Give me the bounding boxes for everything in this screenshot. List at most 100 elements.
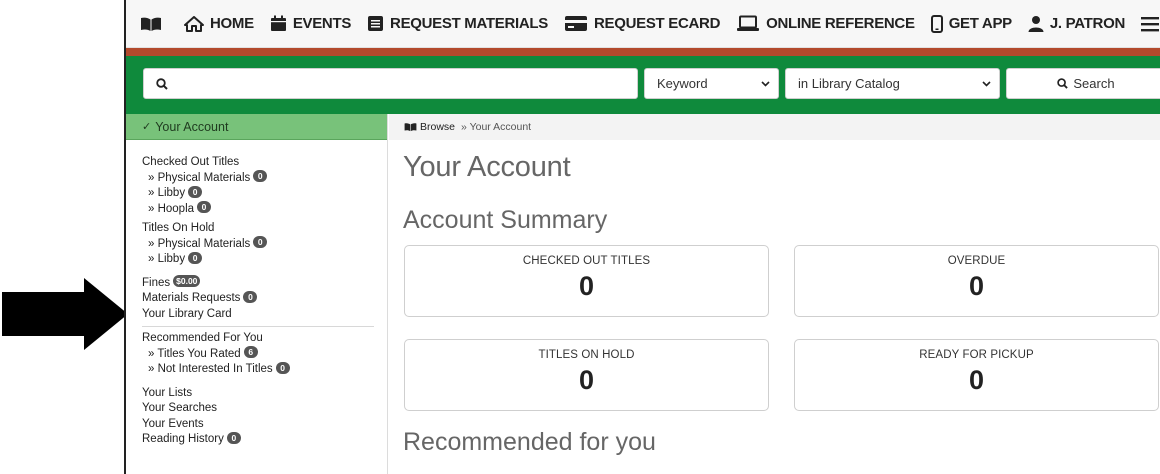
- hamburger-menu-icon: [1140, 16, 1159, 31]
- summary-card-value: 0: [968, 365, 985, 395]
- sidebar-item-your-lists[interactable]: Your Lists: [142, 386, 387, 402]
- nav-user-name: J. PATRON: [1049, 15, 1125, 32]
- sidebar-item-titles-on-hold[interactable]: Titles On Hold: [142, 221, 387, 237]
- sidebar-group-account-misc: Fines $0.00 Materials Requests 0 Your Libr…: [142, 275, 387, 323]
- nav-home-label: HOME: [210, 15, 254, 32]
- sidebar-item-checked-out-hoopla[interactable]: » Hoopla 0: [142, 201, 387, 218]
- nav-get-app[interactable]: GET APP: [923, 0, 1020, 48]
- sidebar-item-label: » Titles You Rated: [148, 347, 241, 360]
- account-sidebar: ✓ Your Account Checked Out Titles » Phys…: [126, 114, 388, 474]
- nav-request-materials[interactable]: REQUEST MATERIALS: [359, 0, 556, 48]
- nav-menu-toggle[interactable]: [1133, 0, 1160, 48]
- sidebar-group-recommended: Recommended For You » Titles You Rated 6 …: [142, 331, 387, 378]
- summary-card-titles-on-hold[interactable]: TITLES ON HOLD 0: [404, 339, 769, 411]
- sidebar-group-checked-out: Checked Out Titles » Physical Materials 0…: [142, 155, 387, 217]
- account-summary-heading: Account Summary: [403, 206, 608, 234]
- summary-card-label: CHECKED OUT TITLES: [522, 255, 651, 267]
- sidebar-item-your-searches[interactable]: Your Searches: [142, 401, 387, 417]
- form-icon: [368, 16, 384, 31]
- sidebar-item-your-events[interactable]: Your Events: [142, 417, 387, 433]
- user-icon: [1028, 16, 1044, 32]
- search-type-select[interactable]: Keyword: [644, 68, 779, 99]
- sidebar-item-label: Fines: [142, 276, 171, 289]
- nav-request-materials-label: REQUEST MATERIALS: [390, 15, 548, 32]
- book-open-icon: [404, 123, 417, 132]
- breadcrumb-browse-link[interactable]: Browse: [420, 121, 455, 133]
- search-button-label: Search: [1073, 76, 1115, 91]
- search-icon: [156, 77, 168, 90]
- sidebar-item-checked-out-physical[interactable]: » Physical Materials 0: [142, 170, 387, 187]
- search-type-value: Keyword: [657, 76, 708, 91]
- fines-badge: $0.00: [173, 275, 201, 288]
- sidebar-item-recommended[interactable]: Recommended For You: [142, 331, 387, 347]
- screenshot-stage: HOME EVENTS REQUEST MATERIALS REQUEST EC…: [0, 0, 1160, 474]
- search-scope-select[interactable]: in Library Catalog: [785, 68, 1000, 99]
- sidebar-item-not-interested[interactable]: » Not Interested In Titles 0: [142, 361, 387, 378]
- sidebar-item-hold-physical[interactable]: » Physical Materials 0: [142, 236, 387, 253]
- mobile-phone-icon: [930, 14, 943, 33]
- sidebar-header-your-account[interactable]: ✓ Your Account: [126, 114, 387, 140]
- sidebar-item-label: » Libby: [148, 253, 186, 265]
- search-button[interactable]: Search: [1006, 68, 1160, 99]
- summary-card-value: 0: [968, 271, 985, 301]
- page-title: Your Account: [403, 151, 571, 183]
- sidebar-item-label: » Physical Materials: [148, 171, 251, 184]
- sidebar-item-titles-rated[interactable]: » Titles You Rated 6: [142, 346, 387, 363]
- calendar-icon: [270, 15, 286, 31]
- summary-card-checked-out[interactable]: CHECKED OUT TITLES 0: [404, 245, 769, 317]
- sidebar-item-label: » Physical Materials: [148, 237, 251, 250]
- recommended-heading: Recommended for you: [403, 428, 656, 456]
- sidebar-item-label: » Libby: [148, 187, 186, 199]
- sidebar-item-checked-out-libby[interactable]: » Libby 0: [142, 185, 387, 202]
- search-input[interactable]: [143, 68, 638, 99]
- count-badge: 0: [253, 170, 268, 183]
- breadcrumb: Browse » Your Account: [389, 114, 1160, 140]
- home-icon: [184, 15, 204, 32]
- summary-card-ready-for-pickup[interactable]: READY FOR PICKUP 0: [794, 339, 1159, 411]
- summary-card-label: READY FOR PICKUP: [919, 349, 1034, 361]
- count-badge: 6: [243, 346, 258, 359]
- chevron-down-icon: ✓: [142, 121, 152, 133]
- sidebar-item-label: » Not Interested In Titles: [148, 363, 273, 375]
- credit-card-icon: [565, 16, 587, 31]
- sidebar-item-materials-requests[interactable]: Materials Requests 0: [142, 290, 387, 307]
- top-navigation: HOME EVENTS REQUEST MATERIALS REQUEST EC…: [126, 0, 1160, 48]
- pointer-arrow-annotation: [2, 278, 128, 350]
- sidebar-item-hold-libby[interactable]: » Libby 0: [142, 251, 387, 268]
- sidebar-item-reading-history[interactable]: Reading History 0: [142, 431, 387, 448]
- count-badge: 0: [197, 201, 212, 214]
- chevron-down-icon: [761, 80, 770, 87]
- book-open-icon: [141, 17, 161, 31]
- nav-request-ecard[interactable]: REQUEST ECARD: [556, 0, 728, 48]
- nav-user-account[interactable]: J. PATRON: [1020, 0, 1133, 48]
- summary-card-overdue[interactable]: OVERDUE 0: [794, 245, 1159, 317]
- chevron-down-icon: [982, 80, 991, 87]
- sidebar-item-label: » Hoopla: [148, 202, 195, 215]
- search-scope-value: in Library Catalog: [798, 76, 900, 91]
- nav-get-app-label: GET APP: [948, 15, 1013, 32]
- sidebar-group-on-hold: Titles On Hold » Physical Materials 0 » L…: [142, 221, 387, 268]
- sidebar-group-lists: Your Lists Your Searches Your Events Rea…: [142, 386, 387, 448]
- count-badge: 0: [275, 361, 290, 374]
- nav-events[interactable]: EVENTS: [262, 0, 359, 48]
- nav-online-reference-label: ONLINE REFERENCE: [766, 15, 915, 32]
- search-icon: [1057, 78, 1069, 89]
- nav-online-reference[interactable]: ONLINE REFERENCE: [728, 0, 923, 48]
- sidebar-item-fines[interactable]: Fines $0.00: [142, 275, 387, 292]
- nav-logo-book[interactable]: [126, 0, 176, 48]
- nav-events-label: EVENTS: [292, 15, 352, 32]
- browser-page: HOME EVENTS REQUEST MATERIALS REQUEST EC…: [124, 0, 1160, 474]
- count-badge: 0: [188, 251, 203, 264]
- sidebar-header-label: Your Account: [155, 119, 229, 134]
- sidebar-item-library-card[interactable]: Your Library Card: [142, 307, 387, 323]
- nav-home[interactable]: HOME: [176, 0, 262, 48]
- sidebar-item-checked-out-titles[interactable]: Checked Out Titles: [142, 155, 387, 171]
- summary-card-label: OVERDUE: [947, 255, 1006, 267]
- nav-request-ecard-label: REQUEST ECARD: [594, 15, 721, 32]
- sidebar-divider: [142, 326, 374, 327]
- search-bar-band: Keyword in Library Catalog Search: [126, 48, 1160, 114]
- count-badge: 0: [243, 290, 258, 303]
- count-badge: 0: [253, 236, 268, 249]
- summary-card-label: TITLES ON HOLD: [538, 349, 635, 361]
- sidebar-menu: Checked Out Titles » Physical Materials 0…: [126, 140, 387, 448]
